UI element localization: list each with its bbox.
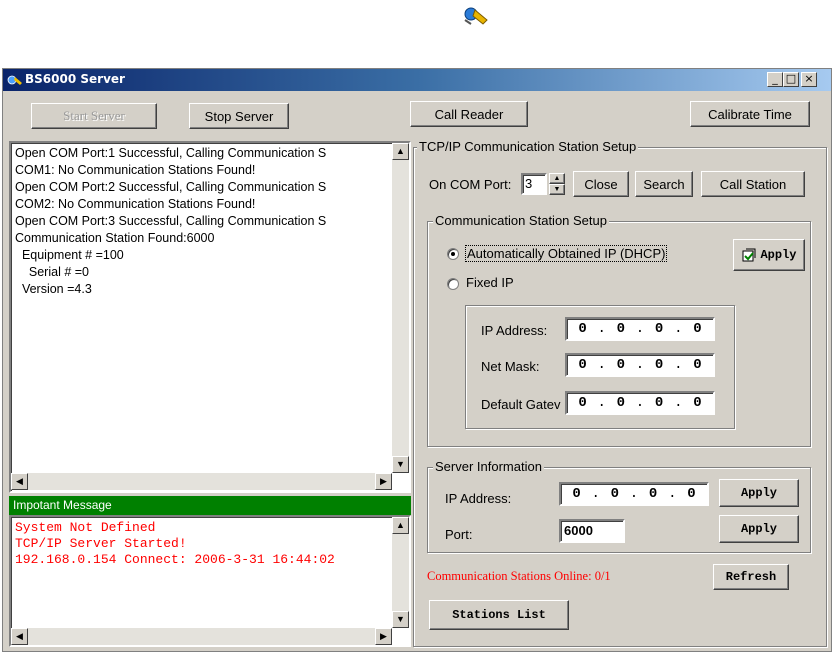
mask-octet: 0 bbox=[654, 357, 664, 373]
log-line: Equipment # =100 bbox=[15, 248, 124, 262]
apply-station-label: Apply bbox=[760, 248, 797, 262]
com-port-spinner[interactable]: ▲ ▼ bbox=[549, 173, 565, 195]
message-vertical-scrollbar[interactable]: ▲ ▼ bbox=[392, 517, 409, 628]
maximize-button[interactable]: □ bbox=[783, 72, 799, 87]
close-port-button[interactable]: Close bbox=[573, 171, 629, 197]
scroll-down-icon[interactable]: ▼ bbox=[392, 611, 409, 628]
close-button[interactable]: × bbox=[801, 72, 817, 87]
ip-octet: 0 bbox=[616, 321, 626, 337]
bs6000-server-window: BS6000 Server _ □ × Start Server Stop Se… bbox=[2, 68, 832, 652]
app-icon bbox=[6, 72, 24, 88]
message-line: System Not Defined bbox=[15, 520, 156, 535]
ip-octet: 0 bbox=[578, 321, 587, 337]
mask-octet: 0 bbox=[578, 357, 587, 373]
server-port-input[interactable]: 6000 bbox=[559, 519, 625, 543]
apply-station-button[interactable]: Apply bbox=[733, 239, 805, 271]
dhcp-radio[interactable] bbox=[447, 248, 459, 260]
station-setup-label: Communication Station Setup bbox=[433, 213, 609, 228]
fixed-ip-label[interactable]: Fixed IP bbox=[466, 275, 514, 290]
ip-octet: 0 bbox=[693, 321, 702, 337]
server-ip-octet: 0 bbox=[610, 486, 620, 502]
refresh-button[interactable]: Refresh bbox=[713, 564, 789, 590]
server-port-label: Port: bbox=[445, 527, 473, 542]
apply-server-port-button[interactable]: Apply bbox=[719, 515, 799, 543]
net-mask-label: Net Mask: bbox=[481, 359, 540, 374]
scroll-down-icon[interactable]: ▼ bbox=[392, 456, 409, 473]
server-ip-octet: 0 bbox=[687, 486, 696, 502]
window-title: BS6000 Server bbox=[25, 72, 125, 86]
gateway-octet: 0 bbox=[616, 395, 626, 411]
mask-octet: 0 bbox=[693, 357, 702, 373]
stations-list-button[interactable]: Stations List bbox=[429, 600, 569, 630]
scroll-up-icon[interactable]: ▲ bbox=[392, 517, 409, 534]
server-ip-octet: 0 bbox=[572, 486, 581, 502]
log-line: Open COM Port:2 Successful, Calling Comm… bbox=[15, 180, 327, 194]
call-station-button[interactable]: Call Station bbox=[701, 171, 805, 197]
message-horizontal-scrollbar[interactable]: ◀ ▶ bbox=[11, 628, 392, 645]
com-port-input[interactable]: 3 bbox=[521, 173, 547, 195]
important-message-textarea[interactable]: System Not Defined TCP/IP Server Started… bbox=[9, 515, 411, 647]
log-line: Open COM Port:3 Successful, Calling Comm… bbox=[15, 214, 327, 228]
stations-online-status: Communication Stations Online: 0/1 bbox=[427, 569, 611, 583]
gateway-octet: 0 bbox=[693, 395, 702, 411]
default-gateway-input[interactable]: 0. 0. 0. 0 bbox=[565, 391, 715, 415]
station-ip-input[interactable]: 0. 0. 0. 0 bbox=[565, 317, 715, 341]
fixed-ip-radio[interactable] bbox=[447, 278, 459, 290]
important-message-header: Impotant Message bbox=[9, 496, 411, 515]
server-ip-octet: 0 bbox=[648, 486, 658, 502]
message-line: 192.168.0.154 Connect: 2006-3-31 16:44:0… bbox=[15, 552, 335, 567]
server-ip-input[interactable]: 0. 0. 0. 0 bbox=[559, 482, 709, 506]
calibrate-time-button[interactable]: Calibrate Time bbox=[690, 101, 810, 127]
log-line: Open COM Port:1 Successful, Calling Comm… bbox=[15, 146, 327, 160]
call-reader-button[interactable]: Call Reader bbox=[410, 101, 528, 127]
com-port-label: On COM Port: bbox=[429, 177, 512, 192]
log-textarea[interactable]: Open COM Port:1 Successful, Calling Comm… bbox=[9, 141, 411, 493]
gateway-octet: 0 bbox=[654, 395, 664, 411]
server-info-label: Server Information bbox=[433, 459, 544, 474]
log-line: Serial # =0 bbox=[15, 265, 89, 279]
log-vertical-scrollbar[interactable]: ▲ ▼ bbox=[392, 143, 409, 473]
start-server-button[interactable]: Start Server bbox=[31, 103, 157, 129]
log-line: COM2: No Communication Stations Found! bbox=[15, 197, 256, 211]
scroll-right-icon[interactable]: ▶ bbox=[375, 628, 392, 645]
dhcp-label[interactable]: Automatically Obtained IP (DHCP) bbox=[465, 245, 668, 262]
title-bar[interactable]: BS6000 Server _ □ × bbox=[3, 69, 831, 91]
log-line: Version =4.3 bbox=[15, 282, 92, 296]
search-button[interactable]: Search bbox=[635, 171, 693, 197]
minimize-button[interactable]: _ bbox=[767, 72, 783, 87]
message-lines: System Not Defined TCP/IP Server Started… bbox=[15, 520, 385, 568]
ip-octet: 0 bbox=[654, 321, 664, 337]
log-line: COM1: No Communication Stations Found! bbox=[15, 163, 256, 177]
ip-address-label: IP Address: bbox=[481, 323, 548, 338]
spin-up-icon[interactable]: ▲ bbox=[549, 173, 565, 184]
log-line: Communication Station Found:6000 bbox=[15, 231, 215, 245]
gateway-octet: 0 bbox=[578, 395, 587, 411]
tcpip-setup-label: TCP/IP Communication Station Setup bbox=[417, 139, 639, 154]
scroll-right-icon[interactable]: ▶ bbox=[375, 473, 392, 490]
network-app-icon[interactable] bbox=[459, 0, 493, 30]
apply-icon bbox=[741, 247, 757, 263]
scroll-left-icon[interactable]: ◀ bbox=[11, 628, 28, 645]
stop-server-button[interactable]: Stop Server bbox=[189, 103, 289, 129]
log-horizontal-scrollbar[interactable]: ◀ ▶ bbox=[11, 473, 392, 490]
default-gateway-label: Default Gatev bbox=[481, 397, 561, 412]
net-mask-input[interactable]: 0. 0. 0. 0 bbox=[565, 353, 715, 377]
scroll-up-icon[interactable]: ▲ bbox=[392, 143, 409, 160]
scroll-left-icon[interactable]: ◀ bbox=[11, 473, 28, 490]
mask-octet: 0 bbox=[616, 357, 626, 373]
server-ip-label: IP Address: bbox=[445, 491, 512, 506]
apply-server-ip-button[interactable]: Apply bbox=[719, 479, 799, 507]
spin-down-icon[interactable]: ▼ bbox=[549, 184, 565, 195]
log-lines: Open COM Port:1 Successful, Calling Comm… bbox=[15, 145, 391, 475]
message-line: TCP/IP Server Started! bbox=[15, 536, 187, 551]
